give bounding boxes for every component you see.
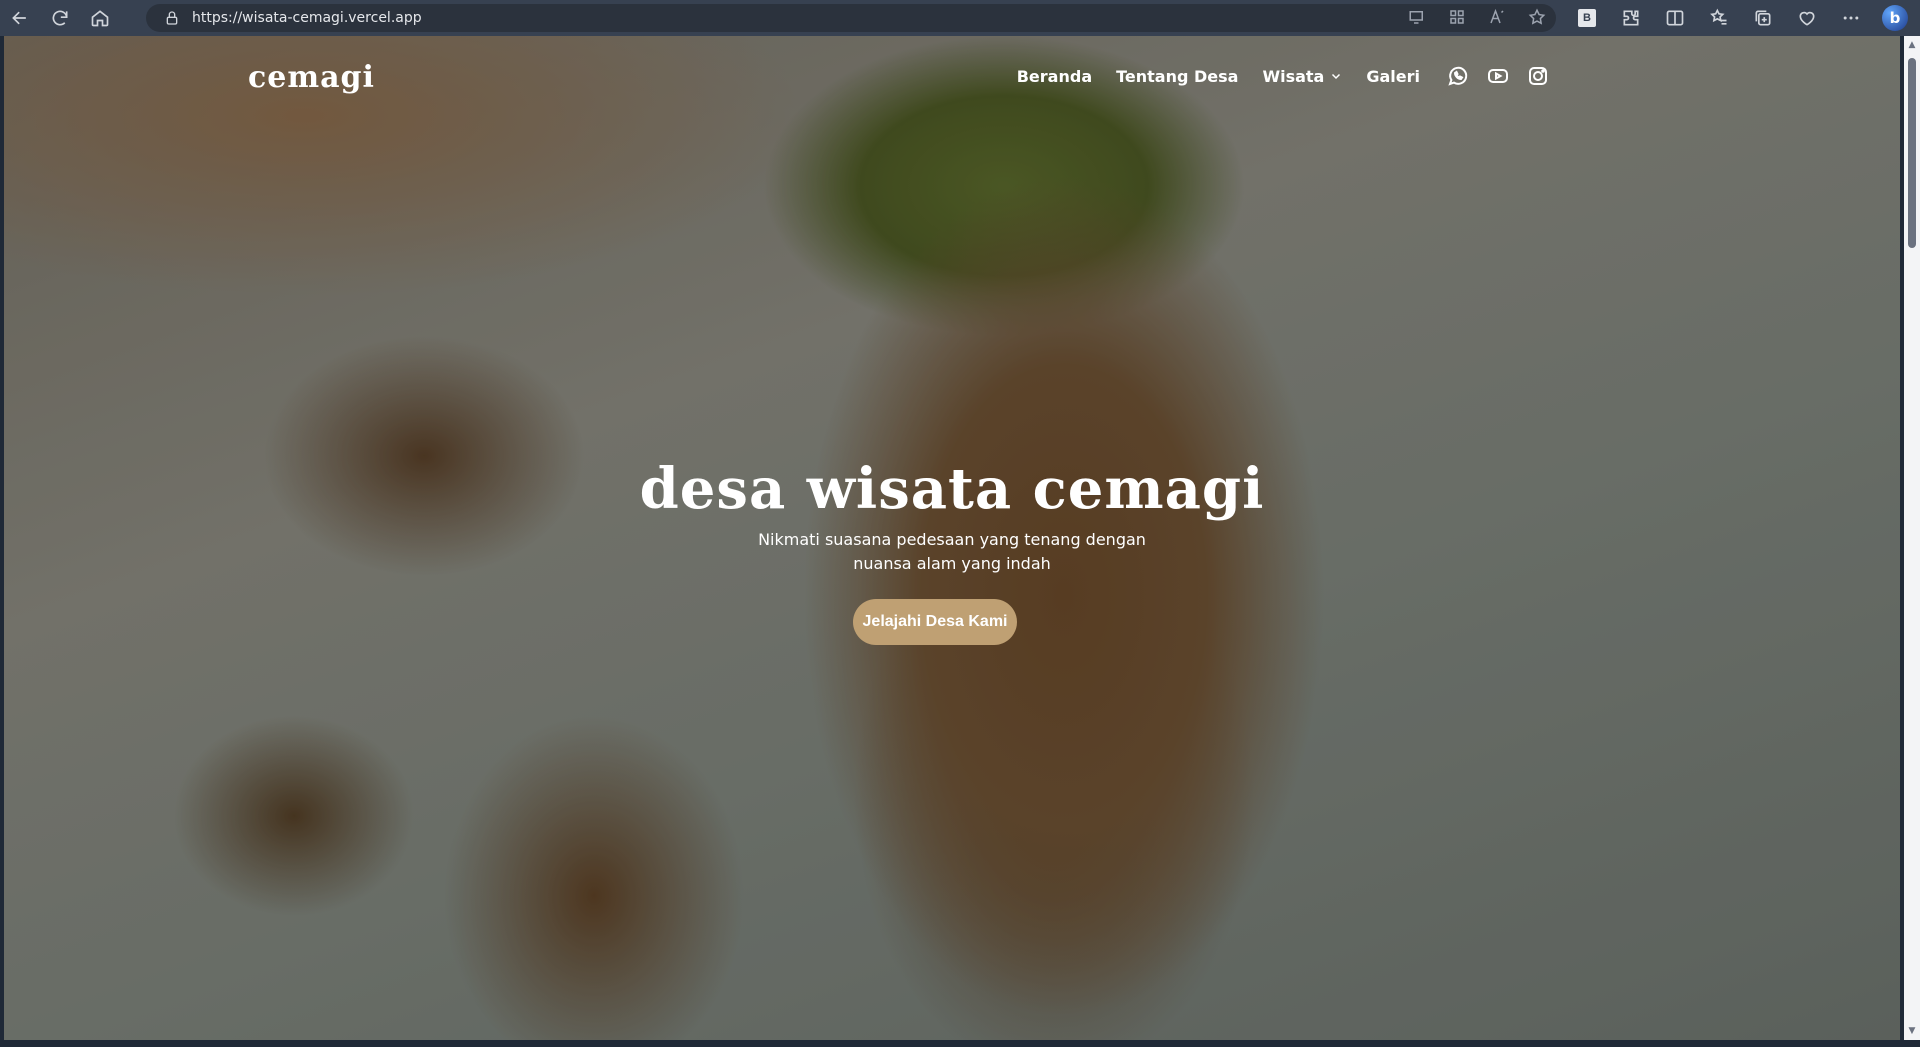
extension-b-button[interactable]: B xyxy=(1565,0,1609,36)
favorites-list-icon xyxy=(1710,8,1727,25)
puzzle-icon xyxy=(1623,10,1639,26)
ellipsis-icon xyxy=(1843,16,1859,20)
app-available-icon[interactable] xyxy=(1408,8,1426,26)
reload-button[interactable] xyxy=(40,0,80,36)
explore-village-button[interactable]: Jelajahi Desa Kami xyxy=(853,599,1017,645)
nav-tourism-dropdown[interactable]: Wisata xyxy=(1262,67,1342,86)
nav-gallery-link[interactable]: Galeri xyxy=(1366,67,1420,86)
split-screen-icon xyxy=(1666,10,1684,26)
favorite-star-icon[interactable] xyxy=(1528,8,1546,26)
social-links xyxy=(1446,64,1550,88)
home-icon xyxy=(91,10,109,27)
reload-icon xyxy=(52,10,68,26)
copilot-icon: b xyxy=(1882,5,1908,31)
hero-title: desa wisata cemagi xyxy=(639,456,1265,522)
page-viewport: desa wisata cemagi Nikmati suasana pedes… xyxy=(4,36,1900,1040)
lock-icon xyxy=(166,11,178,25)
page-scrollbar[interactable]: ▲ ▼ xyxy=(1904,36,1920,1040)
collections-button[interactable] xyxy=(1741,0,1785,36)
address-bar[interactable]: https://wisata-cemagi.vercel.app xyxy=(146,4,1556,32)
youtube-icon[interactable] xyxy=(1486,64,1510,88)
scroll-up-arrow-icon[interactable]: ▲ xyxy=(1907,40,1917,50)
qr-icon[interactable] xyxy=(1448,8,1466,26)
hero-subtitle-line-2: nuansa alam yang indah xyxy=(853,554,1051,573)
instagram-icon[interactable] xyxy=(1526,64,1550,88)
browser-toolbar: https://wisata-cemagi.vercel.app B b xyxy=(0,0,1920,36)
browser-essentials-button[interactable] xyxy=(1785,0,1829,36)
home-button[interactable] xyxy=(80,0,120,36)
hero-subtitle: Nikmati suasana pedesaan yang tenang den… xyxy=(4,528,1900,576)
scroll-down-arrow-icon[interactable]: ▼ xyxy=(1907,1026,1917,1036)
scroll-thumb[interactable] xyxy=(1908,58,1916,248)
site-logo[interactable]: cemagi xyxy=(248,60,375,95)
collections-icon xyxy=(1755,10,1771,26)
nav-about-link[interactable]: Tentang Desa xyxy=(1116,67,1238,86)
favorites-button[interactable] xyxy=(1697,0,1741,36)
chevron-down-icon xyxy=(1332,73,1341,80)
nav-tourism-label: Wisata xyxy=(1262,66,1325,86)
site-navbar: cemagi Beranda Tentang Desa Wisata Galer… xyxy=(4,36,1900,146)
nav-links: Beranda Tentang Desa Wisata Galeri xyxy=(993,64,1550,88)
read-aloud-icon[interactable] xyxy=(1488,8,1506,26)
copilot-button[interactable]: b xyxy=(1873,0,1917,36)
extension-b-icon: B xyxy=(1578,9,1596,27)
extensions-button[interactable] xyxy=(1609,0,1653,36)
hero-subtitle-line-1: Nikmati suasana pedesaan yang tenang den… xyxy=(758,530,1146,549)
nav-home-link[interactable]: Beranda xyxy=(1017,67,1092,86)
hero-section: desa wisata cemagi Nikmati suasana pedes… xyxy=(4,36,1900,1040)
heartbeat-icon xyxy=(1799,11,1815,26)
split-screen-button[interactable] xyxy=(1653,0,1697,36)
url-text: https://wisata-cemagi.vercel.app xyxy=(192,10,422,26)
back-button[interactable] xyxy=(0,0,40,36)
back-arrow-icon xyxy=(12,11,26,25)
whatsapp-icon[interactable] xyxy=(1446,64,1470,88)
more-menu-button[interactable] xyxy=(1829,0,1873,36)
